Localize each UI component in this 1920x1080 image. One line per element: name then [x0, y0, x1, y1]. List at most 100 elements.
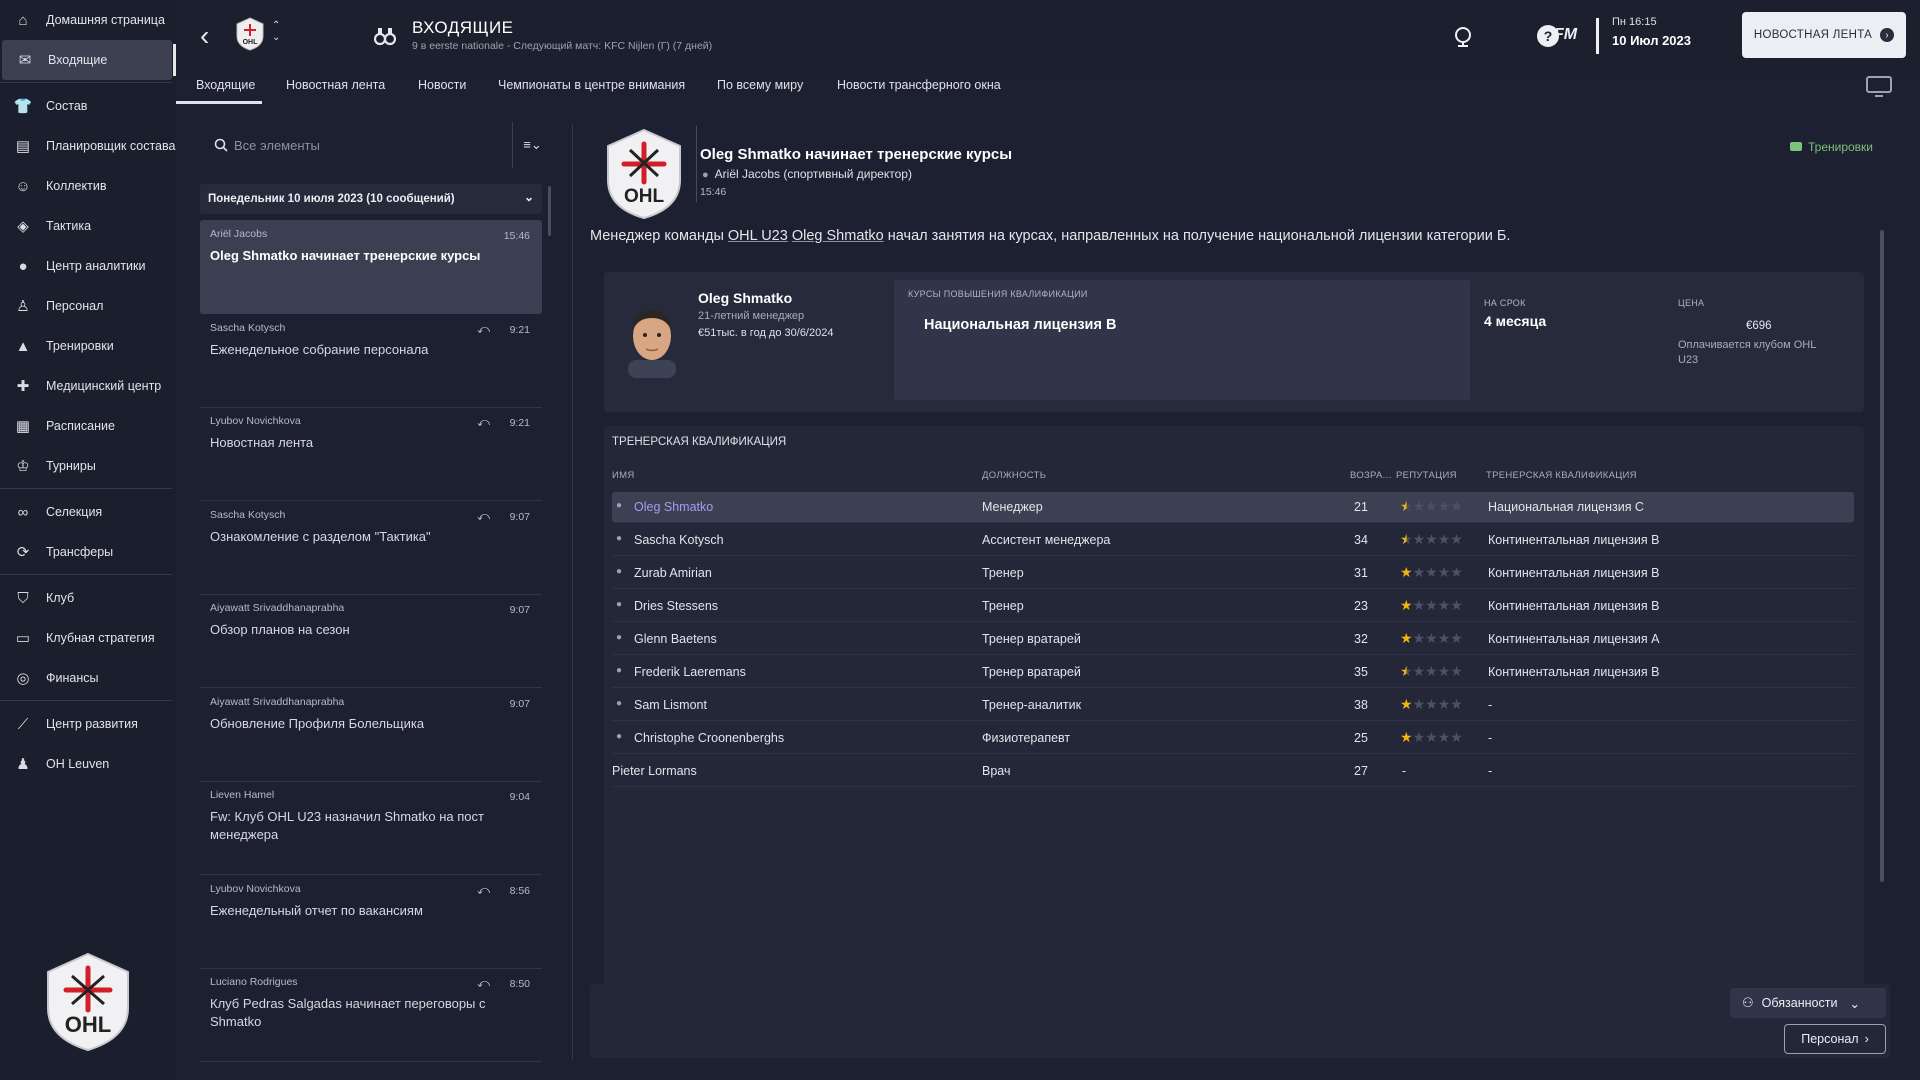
inbox-message[interactable]: Lyubov Novichkova 9:21 ⤺ Новостная лента — [200, 407, 542, 501]
star-icon: ★ — [1412, 564, 1426, 580]
sidebar-item-analytics[interactable]: ● Центр аналитики — [0, 246, 176, 286]
sidebar-item-shield[interactable]: ⛉ Клуб — [0, 578, 176, 618]
coach-portrait[interactable] — [622, 304, 682, 378]
table-row[interactable]: ● Oleg Shmatko Менеджер 21 ★★★★★ Национальная… — [612, 492, 1854, 523]
sidebar-item-coins[interactable]: ◎ Финансы — [0, 658, 176, 698]
staff-qualification: - — [1488, 698, 1493, 712]
sidebar-item-transfer[interactable]: ⟳ Трансферы — [0, 532, 176, 572]
tab-around-world[interactable]: По всему миру — [717, 76, 803, 104]
date-block[interactable]: Пн 16:15 10 Июл 2023 — [1612, 16, 1691, 48]
sidebar-item-clipboard[interactable]: ▤ Планировщик состава — [0, 126, 176, 166]
list-scrollbar[interactable] — [548, 186, 551, 236]
sidebar-item-calendar[interactable]: ▦ Расписание — [0, 406, 176, 446]
column-age[interactable]: ВОЗРА... — [1350, 470, 1392, 481]
filter-menu-button[interactable]: ≡⌄ — [512, 122, 552, 168]
column-role[interactable]: ДОЛЖНОСТЬ — [982, 470, 1046, 481]
sidebar-item-people[interactable]: ☺ Коллектив — [0, 166, 176, 206]
inbox-message[interactable]: Aiyawatt Srivaddhanaprabha 9:07 Обзор план… — [200, 594, 542, 688]
table-row[interactable]: ● Glenn Baetens Тренер вратарей 32 ★★★★★ Конт… — [612, 624, 1854, 655]
transfer-icon: ⟳ — [16, 544, 30, 561]
fm-menu-button[interactable]: FM — [1554, 26, 1577, 44]
staff-name[interactable]: Sam Lismont — [634, 698, 707, 712]
inbox-message[interactable]: Ariël Jacobs 15:46 Oleg Shmatko начинает т… — [200, 220, 542, 314]
course-label: КУРСЫ ПОВЫШЕНИЯ КВАЛИФИКАЦИИ — [908, 289, 1088, 299]
table-row[interactable]: Pieter Lormans Врач 27 - - — [612, 756, 1854, 787]
sidebar-separator — [0, 488, 172, 489]
sidebar-item-tactics[interactable]: ◈ Тактика — [0, 206, 176, 246]
staff-name[interactable]: Glenn Baetens — [634, 632, 717, 646]
body-text: Менеджер команды — [590, 228, 728, 244]
tab-inbox[interactable]: Входящие — [176, 76, 262, 104]
person-link[interactable]: Oleg Shmatko — [792, 228, 884, 244]
message-scrollbar[interactable] — [1880, 230, 1884, 882]
staff-name[interactable]: Frederik Laeremans — [634, 665, 746, 679]
inbox-message[interactable]: Sascha Kotysch 9:21 ⤺ Еженедельное собрание… — [200, 314, 542, 408]
column-qualification[interactable]: ТРЕНЕРСКАЯ КВАЛИФИКАЦИЯ — [1486, 470, 1637, 481]
inbox-message[interactable]: Lyubov Novichkova 8:56 ⤺ Еженедельный отчет… — [200, 875, 542, 969]
monitor-icon[interactable] — [1866, 76, 1892, 98]
table-row[interactable]: ● Sam Lismont Тренер-аналитик 38 ★★★★★ - — [612, 690, 1854, 721]
club-link[interactable]: OHL U23 — [728, 228, 788, 244]
sidebar-item-team[interactable]: ♟ OH Leuven — [0, 744, 176, 784]
inbox-message[interactable]: Aiyawatt Srivaddhanaprabha 9:07 Обновление… — [200, 688, 542, 782]
team-switch-icon[interactable]: ⌃ ⌄ — [272, 20, 280, 44]
table-row[interactable]: ● Dries Stessens Тренер 23 ★★★★★ Континенталь… — [612, 591, 1854, 622]
staff-name[interactable]: Sascha Kotysch — [634, 533, 724, 547]
inbox-message[interactable]: Sascha Kotysch 9:07 ⤺ Ознакомление с раздел… — [200, 501, 542, 595]
sidebar-item-binoculars[interactable]: ∞ Селекция — [0, 492, 176, 532]
sidebar-item-briefcase[interactable]: ▭ Клубная стратегия — [0, 618, 176, 658]
star-icon: ★ — [1412, 498, 1426, 514]
sidebar-item-home[interactable]: ⌂ Домашняя страница — [0, 0, 176, 40]
date-group-header[interactable]: Понедельник 10 июля 2023 (10 сообщений) … — [200, 184, 542, 214]
message-subject: Еженедельное собрание персонала — [210, 341, 429, 357]
sidebar-item-growth[interactable]: ⟋ Центр развития — [0, 704, 176, 744]
search-input[interactable]: Все элементы — [196, 122, 512, 168]
club-logo[interactable]: OHL — [36, 950, 140, 1054]
staff-name[interactable]: Zurab Amirian — [634, 566, 712, 580]
tab-news[interactable]: Новости — [418, 76, 466, 104]
staff-name[interactable]: Oleg Shmatko — [634, 500, 713, 514]
column-name[interactable]: ИМЯ — [612, 470, 635, 481]
sidebar-item-label: Тренировки — [46, 339, 114, 353]
star-icon: ★ — [1437, 498, 1451, 514]
sidebar-item-trophy[interactable]: ♔ Турниры — [0, 446, 176, 486]
training-category-link[interactable]: Тренировки — [1790, 140, 1873, 154]
message-time: 8:50 — [509, 978, 530, 990]
news-feed-button[interactable]: НОВОСТНАЯ ЛЕНТА › — [1742, 12, 1906, 58]
star-icon: ★ — [1425, 531, 1438, 547]
team-badge-icon[interactable]: OHL — [234, 16, 266, 52]
staff-qualification: Континентальная лицензия В — [1488, 566, 1660, 580]
staff-name[interactable]: Christophe Croonenberghs — [634, 731, 784, 745]
table-row[interactable]: ● Frederik Laeremans Тренер вратарей 35 ★★★★… — [612, 657, 1854, 688]
staff-name[interactable]: Dries Stessens — [634, 599, 718, 613]
tab-transfer-news[interactable]: Новости трансферного окна — [837, 76, 1001, 104]
column-reputation[interactable]: РЕПУТАЦИЯ — [1396, 470, 1457, 481]
staff-name[interactable]: Pieter Lormans — [612, 764, 697, 778]
inbox-message[interactable]: Luciano Rodrigues 8:50 ⤺ Клуб Pedras Salgad… — [200, 968, 542, 1062]
inbox-message[interactable]: Lieven Hamel 9:04 Fw: Клуб OHL U23 назначи… — [200, 781, 542, 875]
sidebar-item-shirt[interactable]: 👕 Состав — [0, 86, 176, 126]
sidebar-item-label: Домашняя страница — [46, 13, 165, 27]
team-icon: ♟ — [16, 756, 30, 773]
tab-spotlight-leagues[interactable]: Чемпионаты в центре внимания — [498, 76, 685, 104]
sidebar-item-cone[interactable]: ▲ Тренировки — [0, 326, 176, 366]
duties-button[interactable]: ⚇ Обязанности ⌄ — [1730, 988, 1886, 1018]
staff-button[interactable]: Персонал › — [1784, 1024, 1886, 1054]
sidebar-item-mail[interactable]: ✉ Входящие — [2, 40, 176, 80]
coaching-qualifications-panel: ТРЕНЕРСКАЯ КВАЛИФИКАЦИЯ ИМЯ ДОЛЖНОСТЬ ВО… — [604, 426, 1864, 986]
binoculars-icon[interactable] — [374, 26, 396, 46]
back-arrow-icon[interactable]: ‹ — [200, 22, 209, 50]
table-row[interactable]: ● Christophe Croonenberghs Физиотерапевт 25… — [612, 723, 1854, 754]
coach-name[interactable]: Oleg Shmatko — [698, 290, 792, 306]
message-sender[interactable]: ● Ariël Jacobs (спортивный директор) — [702, 167, 912, 181]
sidebar-item-staff[interactable]: ♙ Персонал — [0, 286, 176, 326]
analytics-icon: ● — [18, 257, 28, 275]
tab-news-feed[interactable]: Новостная лента — [286, 76, 385, 104]
trophy-globe-icon[interactable] — [1453, 26, 1473, 48]
table-row[interactable]: ● Zurab Amirian Тренер 31 ★★★★★ Континентальн… — [612, 558, 1854, 589]
pane-divider — [572, 124, 573, 1060]
group-header-label: Понедельник 10 июля 2023 (10 сообщений) — [208, 193, 455, 205]
cone-icon: ▲ — [15, 337, 31, 355]
table-row[interactable]: ● Sascha Kotysch Ассистент менеджера 34 ★★★★… — [612, 525, 1854, 556]
sidebar-item-medical[interactable]: ✚ Медицинский центр — [0, 366, 176, 406]
